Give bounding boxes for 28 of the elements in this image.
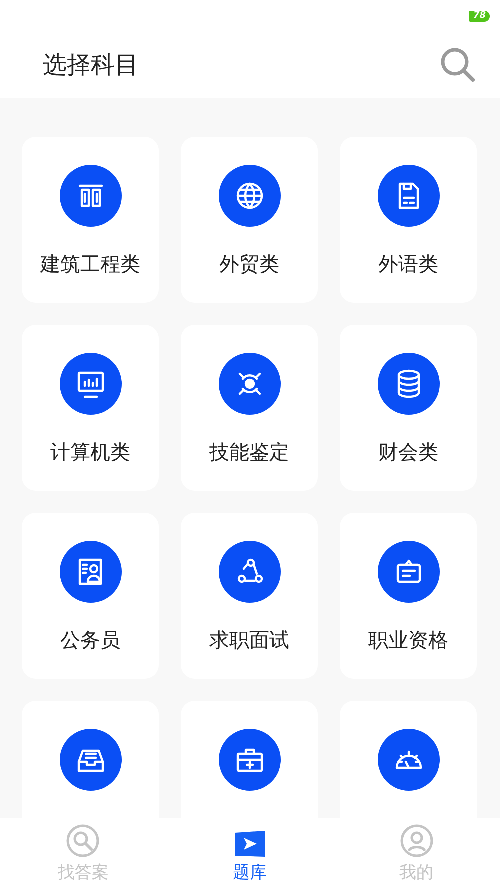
category-card[interactable]: 外贸类 (181, 137, 318, 303)
category-card[interactable]: 公务员 (22, 513, 159, 679)
category-label: 外贸类 (220, 251, 280, 278)
category-label: 财会类 (378, 439, 438, 466)
play-icon (232, 830, 267, 858)
category-card[interactable]: 外语类 (340, 137, 477, 303)
category-card[interactable] (340, 701, 477, 818)
category-label: 计算机类 (50, 439, 130, 466)
category-card[interactable]: 财会类 (340, 325, 477, 491)
category-card[interactable]: 职业资格 (340, 513, 477, 679)
category-label: 建筑工程类 (40, 251, 140, 278)
category-card[interactable]: 计算机类 (22, 325, 159, 491)
category-card[interactable]: 建筑工程类 (22, 137, 159, 303)
category-card[interactable] (181, 701, 318, 818)
category-card[interactable]: 技能鉴定 (181, 325, 318, 491)
category-label: 职业资格 (368, 627, 448, 654)
search-button[interactable] (440, 47, 476, 83)
category-label: 公务员 (60, 627, 120, 654)
tab-item[interactable]: 题库 (194, 818, 305, 888)
category-card[interactable]: 求职面试 (181, 513, 318, 679)
category-label: 求职面试 (210, 627, 290, 654)
page-title: 选择科目 (43, 50, 139, 81)
category-label: 外语类 (378, 251, 438, 278)
battery-level: 78 (469, 10, 490, 22)
person-icon (400, 824, 434, 858)
category-card[interactable] (22, 701, 159, 818)
category-label: 技能鉴定 (210, 439, 290, 466)
search-icon (66, 824, 100, 858)
